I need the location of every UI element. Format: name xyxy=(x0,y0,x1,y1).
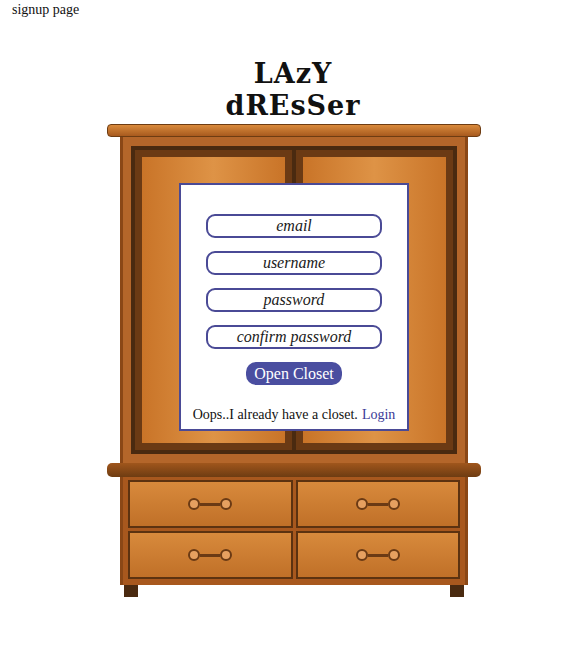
handle-icon xyxy=(356,549,400,561)
handle-icon xyxy=(188,498,232,510)
wardrobe-shelf xyxy=(107,463,481,477)
wardrobe-top xyxy=(107,124,481,137)
wardrobe-drawer xyxy=(296,480,461,528)
wardrobe-drawers xyxy=(120,477,468,585)
open-closet-button[interactable]: Open Closet xyxy=(246,362,342,385)
text-field[interactable] xyxy=(206,251,382,275)
wardrobe-illustration: Open Closet Oops..I already have a closet… xyxy=(107,124,481,597)
wardrobe-drawer xyxy=(296,531,461,579)
wardrobe-cabinet: Open Closet Oops..I already have a closet… xyxy=(120,137,468,463)
signup-form: Open Closet Oops..I already have a closet… xyxy=(179,183,409,431)
text-field[interactable] xyxy=(206,214,382,238)
wardrobe-legs xyxy=(124,585,464,597)
login-prompt: Oops..I already have a closet.Login xyxy=(193,407,396,423)
wardrobe-drawer xyxy=(128,531,293,579)
handle-icon xyxy=(356,498,400,510)
title-line: dREsSer xyxy=(226,90,361,122)
app-title: LAzYdREsSer xyxy=(0,58,580,122)
signup-page: signup page LAzYdREsSer Open Closet Oops..I… xyxy=(0,0,580,672)
handle-icon xyxy=(188,549,232,561)
wardrobe-drawer xyxy=(128,480,293,528)
page-label: signup page xyxy=(0,0,580,18)
text-field[interactable] xyxy=(206,288,382,312)
login-link[interactable]: Login xyxy=(362,407,395,423)
title-line: LAzY xyxy=(254,58,333,90)
login-prompt-text: Oops..I already have a closet. xyxy=(193,407,358,423)
text-field[interactable] xyxy=(206,325,382,349)
